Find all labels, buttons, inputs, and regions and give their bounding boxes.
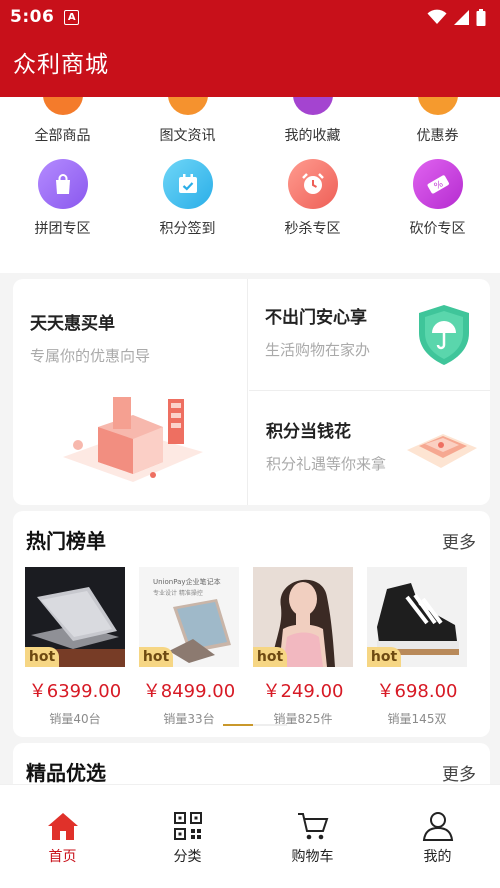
- category-label: 砍价专区: [409, 221, 466, 237]
- product-image: hot: [367, 567, 467, 667]
- home-icon: [47, 813, 78, 840]
- favorites-icon: [292, 97, 333, 115]
- product-card[interactable]: hot ￥6399.00 销量40台: [25, 567, 125, 727]
- box-subtext: 专业设计 精准操控: [153, 590, 203, 597]
- category-coupons[interactable]: 优惠券: [375, 97, 500, 145]
- shield-umbrella-icon: [419, 305, 469, 365]
- promo-subtitle: 积分礼遇等你来拿: [266, 455, 387, 473]
- product-sales: 销量40台: [49, 712, 101, 726]
- user-icon: [422, 812, 453, 841]
- battery-icon: [476, 8, 486, 26]
- category-label: 优惠券: [416, 128, 459, 144]
- home-content[interactable]: 全部商品 图文资讯 我的收藏 优惠券 拼团专区 积分签到 秒杀专区 % 砍价专区…: [0, 97, 500, 784]
- section-title: 精品优选: [26, 761, 106, 784]
- promo-title: 积分当钱花: [266, 422, 351, 442]
- product-price: ￥6399.00: [28, 681, 122, 702]
- tab-label: 分类: [173, 849, 202, 865]
- hot-badge: hot: [367, 647, 401, 667]
- tab-cart[interactable]: 购物车: [250, 785, 375, 888]
- calendar-check-icon: [162, 159, 213, 209]
- promo-title: 不出门安心享: [265, 308, 367, 328]
- product-image: UnionPay企业笔记本 专业设计 精准操控 hot: [139, 567, 239, 667]
- box-text: UnionPay企业笔记本: [153, 578, 221, 586]
- hot-badge: hot: [139, 647, 173, 667]
- tab-label: 我的: [423, 849, 452, 865]
- tab-me[interactable]: 我的: [375, 785, 500, 888]
- category-label: 积分签到: [159, 221, 216, 237]
- category-label: 我的收藏: [284, 128, 341, 144]
- signal-icon: [454, 9, 469, 25]
- shopping-bag-icon: [37, 159, 88, 209]
- category-all-products[interactable]: 全部商品: [0, 97, 125, 145]
- promo-subtitle: 生活购物在家办: [265, 341, 371, 359]
- tab-label: 购物车: [291, 849, 334, 865]
- promo-title: 天天惠买单: [30, 314, 115, 334]
- product-image: hot: [25, 567, 125, 667]
- product-card[interactable]: hot ￥698.00 销量145双: [367, 567, 467, 727]
- category-flash-sale[interactable]: 秒杀专区: [250, 159, 375, 238]
- product-sales: 销量145双: [387, 712, 447, 726]
- scroll-thumb: [223, 724, 253, 726]
- notification-badge-icon: A: [64, 9, 80, 25]
- product-price: ￥698.00: [376, 681, 458, 702]
- hot-badge: hot: [25, 647, 59, 667]
- category-label: 拼团专区: [34, 221, 91, 237]
- category-bargain[interactable]: % 砍价专区: [375, 159, 500, 238]
- promo-points[interactable]: 积分当钱花 积分礼遇等你来拿: [249, 392, 490, 505]
- category-group-buy[interactable]: 拼团专区: [0, 159, 125, 238]
- featured-more-link[interactable]: 更多: [442, 760, 476, 784]
- ticket-icon: %: [412, 159, 463, 209]
- coupon-icon: [417, 97, 458, 115]
- promo-panel: 天天惠买单 专属你的优惠向导 不出门安心享 生活购物在家办 积分当钱花 积分礼遇…: [13, 279, 490, 505]
- promo-subtitle: 专属你的优惠向导: [30, 347, 151, 365]
- category-row-1: 全部商品 图文资讯 我的收藏 优惠券: [0, 97, 500, 145]
- bottom-tab-bar: 首页 分类 购物车 我的: [0, 784, 500, 888]
- section-title: 热门榜单: [26, 529, 106, 553]
- tab-home[interactable]: 首页: [0, 785, 125, 888]
- promo-daily-deals[interactable]: 天天惠买单 专属你的优惠向导: [13, 279, 248, 505]
- shop-illustration-icon: [63, 397, 203, 482]
- status-time: 5:06: [10, 7, 55, 27]
- all-products-icon: [42, 97, 83, 115]
- hot-more-link[interactable]: 更多: [442, 528, 476, 553]
- category-checkin[interactable]: 积分签到: [125, 159, 250, 238]
- hot-badge: hot: [253, 647, 287, 667]
- product-image: hot: [253, 567, 353, 667]
- cart-icon: [297, 813, 328, 840]
- wifi-icon: [427, 9, 447, 24]
- gift-voucher-icon: [407, 434, 477, 468]
- category-favorites[interactable]: 我的收藏: [250, 97, 375, 145]
- status-bar: 5:06 A: [0, 0, 500, 34]
- category-label: 秒杀专区: [284, 221, 341, 237]
- category-label: 图文资讯: [159, 128, 216, 144]
- news-icon: [167, 97, 208, 115]
- product-price: ￥8499.00: [142, 681, 236, 702]
- tab-category[interactable]: 分类: [125, 785, 250, 888]
- app-title: 众利商城: [13, 52, 109, 78]
- promo-stay-home[interactable]: 不出门安心享 生活购物在家办: [249, 279, 490, 391]
- qr-grid-icon: [173, 812, 202, 840]
- featured-section: 精品优选 更多: [13, 743, 490, 784]
- carousel-scroll-indicator: [223, 724, 287, 726]
- category-news[interactable]: 图文资讯: [125, 97, 250, 145]
- category-label: 全部商品: [34, 128, 91, 144]
- alarm-clock-icon: [287, 159, 338, 209]
- product-card[interactable]: UnionPay企业笔记本 专业设计 精准操控 hot ￥8499.00 销量3…: [139, 567, 239, 727]
- tab-label: 首页: [48, 849, 77, 865]
- product-carousel[interactable]: hot ￥6399.00 销量40台 UnionPay企业笔记本 专业设计 精准…: [25, 567, 485, 726]
- category-row-2: 拼团专区 积分签到 秒杀专区 % 砍价专区: [0, 159, 500, 238]
- hot-list-section: 热门榜单 更多 hot ￥6399.00 销量40台 UnionPay企业笔记本…: [13, 511, 490, 737]
- category-grid: 全部商品 图文资讯 我的收藏 优惠券 拼团专区 积分签到 秒杀专区 % 砍价专区: [0, 97, 500, 273]
- product-price: ￥249.00: [262, 681, 344, 702]
- product-card[interactable]: hot ￥249.00 销量825件: [253, 567, 353, 727]
- app-header: 5:06 A 众利商城: [0, 0, 500, 97]
